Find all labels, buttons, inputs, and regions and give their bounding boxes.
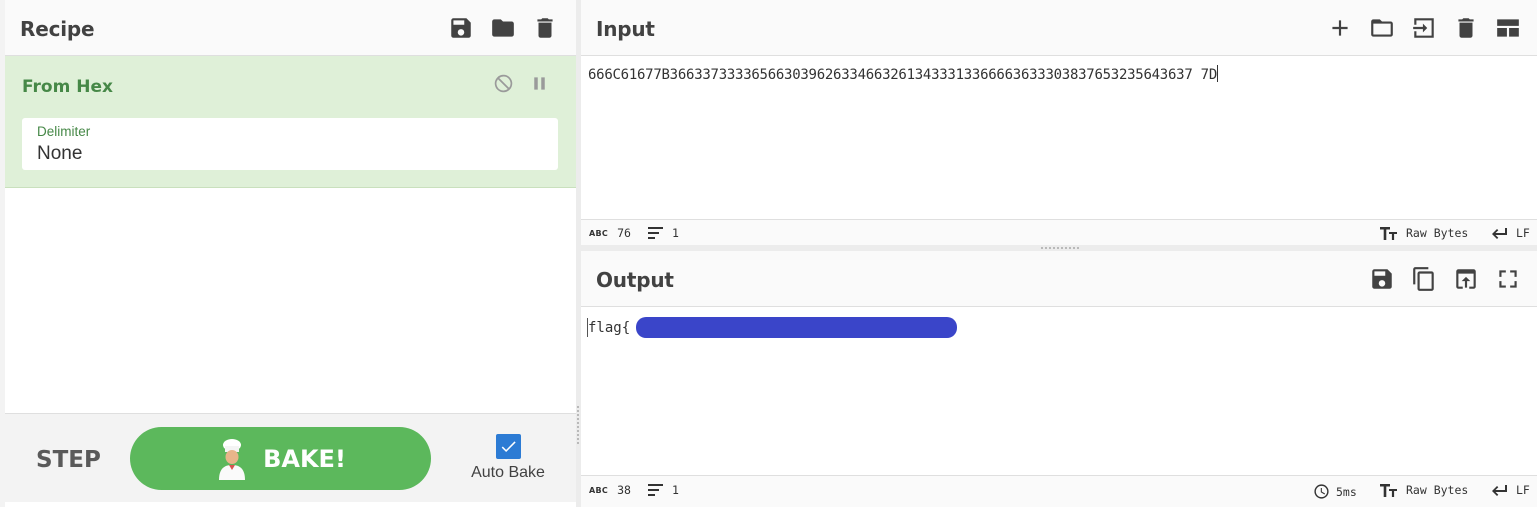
bake-time: 5ms (1313, 483, 1357, 500)
auto-bake-checkbox[interactable] (495, 434, 521, 459)
output-lines: 1 (648, 483, 679, 497)
breakpoint-button[interactable] (528, 72, 550, 94)
disable-icon (494, 74, 512, 92)
replace-input-button[interactable] (1445, 263, 1487, 295)
clear-input-button[interactable] (1445, 12, 1487, 44)
clear-recipe-button[interactable] (524, 12, 566, 44)
input-length: ABC 76 (589, 226, 631, 240)
lines-icon (648, 484, 663, 496)
output-encoding-value: Raw Bytes (1406, 483, 1469, 497)
step-button[interactable]: STEP (36, 447, 101, 473)
gutter-dots (1041, 247, 1079, 249)
recipe-footer: STEP BAKE! Auto Bake (5, 413, 576, 502)
text-size-icon (1380, 483, 1397, 497)
output-length: ABC 38 (589, 483, 631, 497)
output-encoding[interactable]: Raw Bytes (1380, 483, 1468, 497)
input-pane: Input 666C61677B366337333365663039626334… (581, 0, 1537, 245)
reset-layout-button[interactable] (1487, 12, 1529, 44)
output-text[interactable]: flag{ (588, 320, 630, 336)
abc-icon: ABC (589, 485, 609, 495)
copy-icon (1413, 267, 1434, 291)
check-icon (501, 441, 516, 453)
input-eol-value: LF (1516, 226, 1530, 240)
recipe-title: Recipe (20, 17, 95, 41)
replace-input-icon (1456, 269, 1476, 289)
output-lines-value: 1 (672, 483, 679, 497)
input-lines-value: 1 (672, 226, 679, 240)
auto-bake-toggle[interactable]: Auto Bake (465, 434, 551, 486)
chef-icon (215, 438, 249, 480)
delimiter-label: Delimiter (37, 124, 91, 139)
bake-label: BAKE! (263, 444, 346, 473)
delimiter-value[interactable]: None (37, 143, 82, 165)
delimiter-field[interactable]: Delimiter None (22, 118, 558, 170)
recipe-header: Recipe (5, 0, 576, 56)
folder-icon (492, 19, 514, 37)
abc-icon: ABC (589, 228, 609, 238)
save-recipe-button[interactable] (440, 12, 482, 44)
operation-from-hex[interactable]: From Hex Delimiter None (5, 56, 576, 188)
add-tab-button[interactable] (1319, 12, 1361, 44)
load-recipe-button[interactable] (482, 12, 524, 44)
copy-output-button[interactable] (1403, 263, 1445, 295)
bake-time-value: 5ms (1336, 484, 1357, 499)
input-length-value: 76 (617, 226, 631, 240)
return-icon (1492, 227, 1507, 239)
return-icon (1492, 484, 1507, 496)
output-status-bar: ABC 38 1 5ms Raw Bytes LF (581, 475, 1537, 507)
maximize-icon (1499, 270, 1517, 288)
gutter-dots (577, 406, 579, 444)
output-eol-value: LF (1516, 483, 1530, 497)
plus-icon (1332, 20, 1348, 36)
recipe-panel: Recipe From Hex Delimiter None STEP BAKE… (5, 0, 576, 507)
save-icon (1372, 269, 1392, 289)
import-icon (1413, 18, 1434, 38)
input-lines: 1 (648, 226, 679, 240)
input-status-bar: ABC 76 1 Raw Bytes LF (581, 219, 1537, 245)
save-icon (451, 18, 471, 38)
auto-bake-label: Auto Bake (471, 464, 545, 481)
output-length-value: 38 (617, 483, 631, 497)
redaction-mark (636, 317, 957, 338)
save-output-button[interactable] (1361, 263, 1403, 295)
trash-icon (537, 18, 553, 38)
text-size-icon (1380, 226, 1397, 240)
output-pane: Output flag{ ABC 38 1 5ms Raw Bytes LF (581, 251, 1537, 507)
operation-name: From Hex (22, 77, 113, 97)
output-title: Output (596, 268, 674, 292)
bake-button[interactable]: BAKE! (130, 427, 431, 490)
input-encoding-value: Raw Bytes (1406, 226, 1469, 240)
input-textarea[interactable]: 666C61677B366337333365663039626334663261… (588, 65, 1218, 83)
clock-icon (1314, 484, 1329, 499)
layout-icon (1497, 19, 1519, 37)
trash-icon (1458, 18, 1474, 38)
lines-icon (648, 227, 663, 239)
input-title: Input (596, 17, 655, 41)
input-header: Input (581, 0, 1537, 56)
output-header: Output (581, 251, 1537, 307)
output-eol[interactable]: LF (1491, 483, 1530, 497)
input-encoding[interactable]: Raw Bytes (1380, 226, 1468, 240)
maximize-output-button[interactable] (1487, 263, 1529, 295)
open-file-button[interactable] (1361, 12, 1403, 44)
input-eol[interactable]: LF (1491, 226, 1530, 240)
pause-icon (533, 76, 545, 90)
folder-open-icon (1371, 19, 1393, 37)
open-folder-button[interactable] (1403, 12, 1445, 44)
disable-operation-button[interactable] (492, 72, 514, 94)
